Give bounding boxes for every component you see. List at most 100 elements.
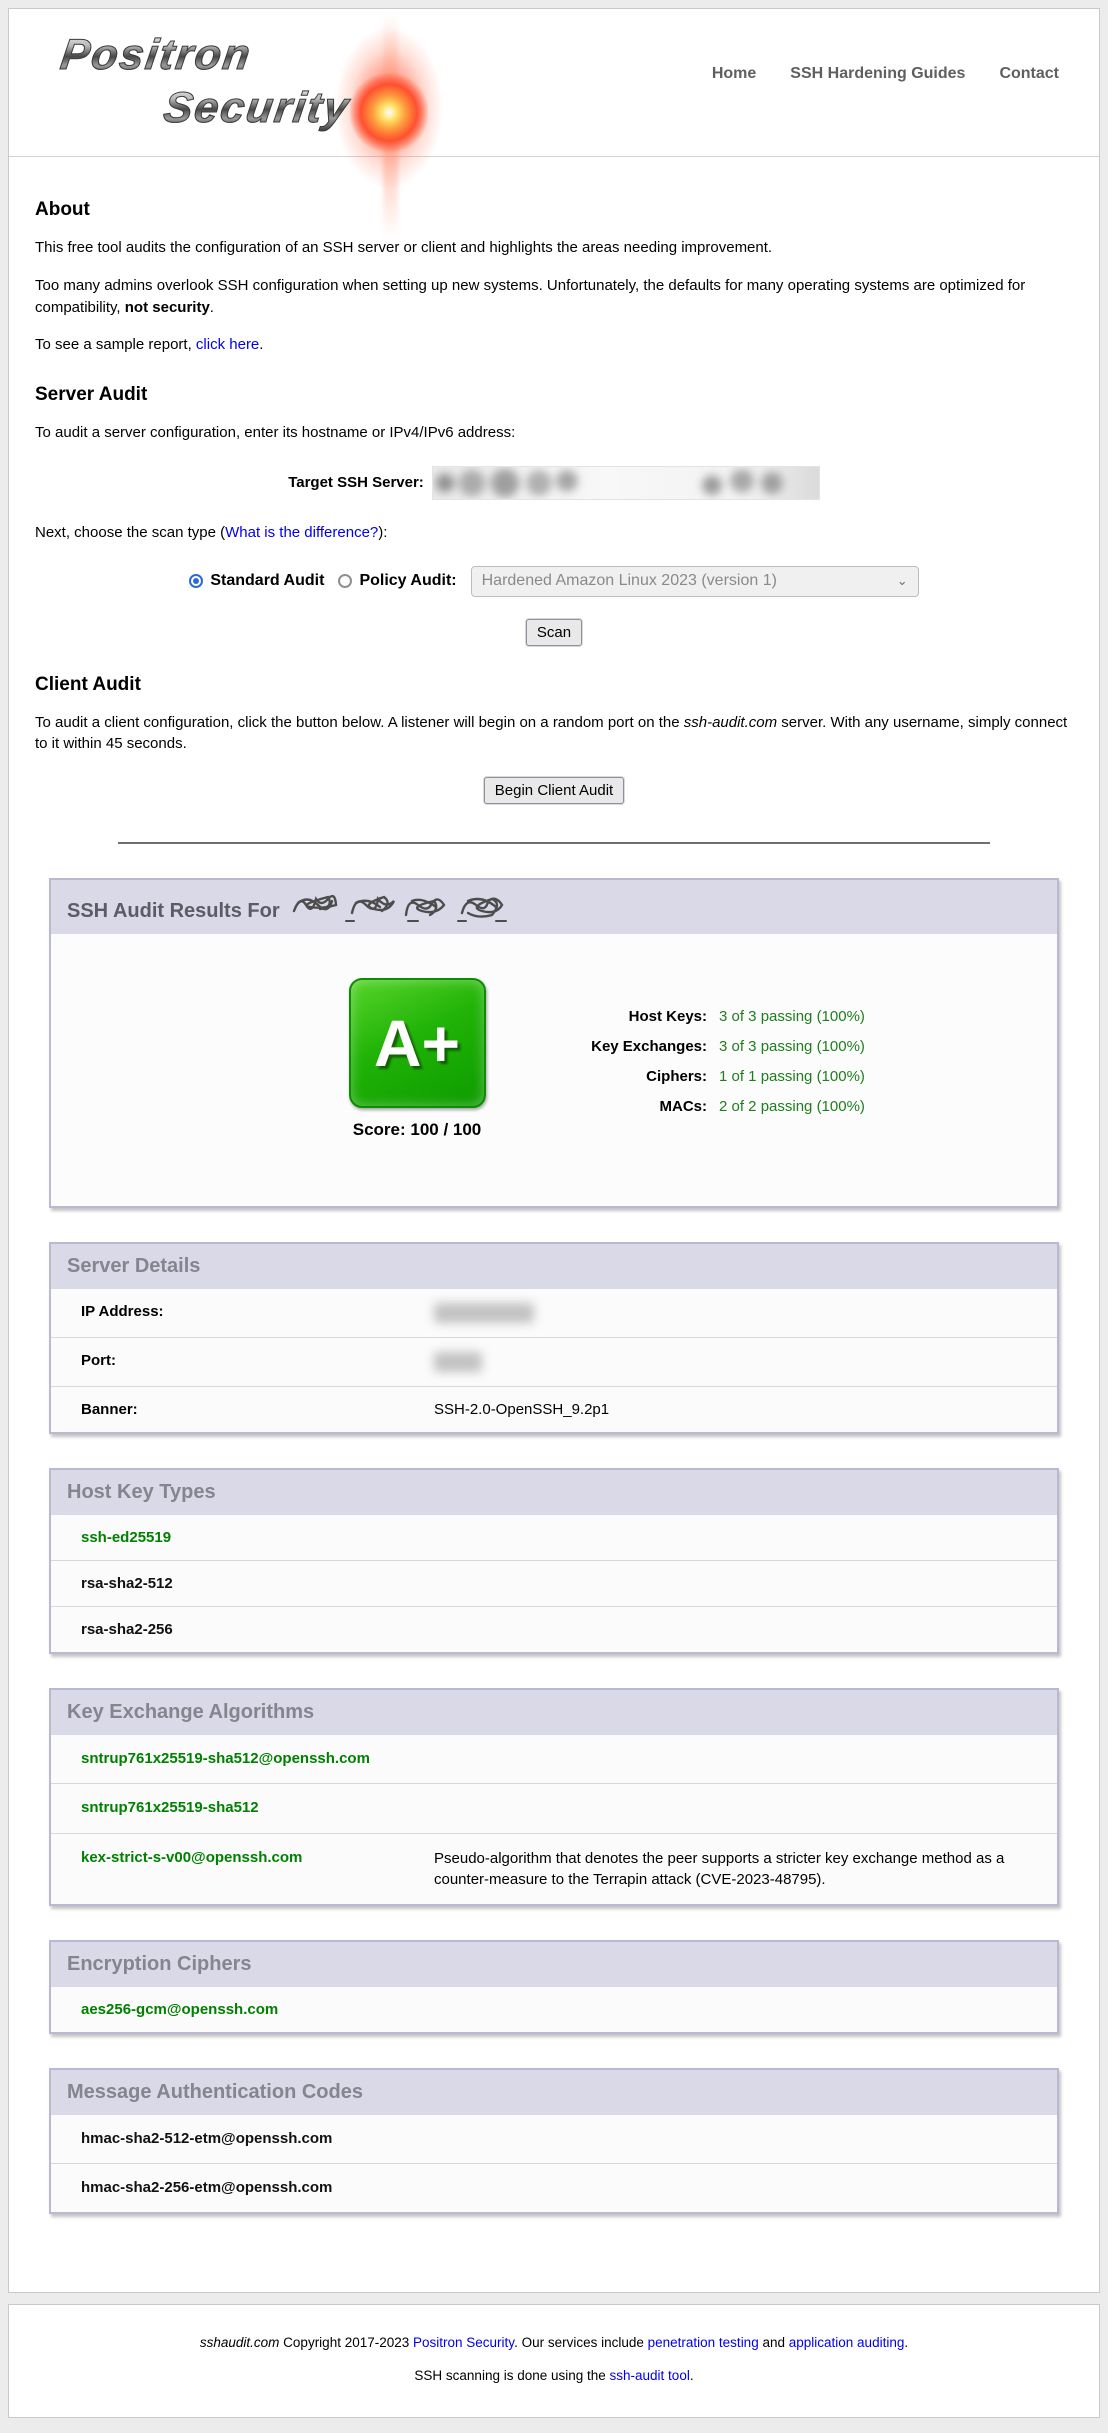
main-panel: Positron Security Home SSH Hardening Gui… xyxy=(8,8,1100,2293)
algorithm-note xyxy=(434,1749,1057,1769)
nav-home[interactable]: Home xyxy=(712,65,756,83)
algorithm-name-cell: sntrup761x25519-sha512@openssh.com xyxy=(51,1749,434,1769)
positron-security-logo[interactable]: Positron Security xyxy=(49,21,469,151)
footer-text: SSH scanning is done using the xyxy=(414,2368,609,2383)
top-nav: Home SSH Hardening Guides Contact xyxy=(712,65,1059,83)
key-exchange-title: Key Exchange Algorithms xyxy=(67,1701,1041,1724)
sample-report-link[interactable]: click here xyxy=(196,336,259,353)
footer-domain: sshaudit.com xyxy=(200,2335,280,2350)
penetration-testing-link[interactable]: penetration testing xyxy=(648,2335,759,2350)
site-footer: sshaudit.com Copyright 2017-2023 Positro… xyxy=(8,2304,1100,2418)
list-item: ssh-ed25519 xyxy=(51,1515,1057,1561)
begin-client-audit-row: Begin Client Audit xyxy=(35,777,1073,804)
encryption-ciphers-title: Encryption Ciphers xyxy=(67,1953,1041,1976)
list-item: sntrup761x25519-sha512 xyxy=(51,1784,1057,1833)
standard-audit-label: Standard Audit xyxy=(210,572,324,590)
host-key-types-title: Host Key Types xyxy=(67,1481,1041,1504)
server-audit-heading: Server Audit xyxy=(35,384,1073,406)
nav-contact[interactable]: Contact xyxy=(999,65,1059,83)
list-item: rsa-sha2-512 xyxy=(51,1561,1057,1607)
table-row: Banner: SSH-2.0-OpenSSH_9.2p1 xyxy=(51,1387,1057,1432)
algorithm-note: Pseudo-algorithm that denotes the peer s… xyxy=(434,1848,1057,1890)
row-value-redacted xyxy=(434,1352,1057,1372)
encryption-ciphers-card: Encryption Ciphers aes256-gcm@openssh.co… xyxy=(49,1940,1059,2034)
macs-header: Message Authentication Codes xyxy=(51,2070,1057,2115)
page-content: About This free tool audits the configur… xyxy=(9,157,1099,2292)
stat-value: 3 of 3 passing (100%) xyxy=(719,1008,865,1025)
list-item: aes256-gcm@openssh.com xyxy=(51,1987,1057,2032)
stat-row-host-keys: Host Keys:3 of 3 passing (100%) xyxy=(539,1008,865,1025)
stat-label: Ciphers: xyxy=(539,1068,707,1085)
key-exchange-card: Key Exchange Algorithms sntrup761x25519-… xyxy=(49,1688,1059,1906)
redacted-port-blur xyxy=(434,1352,482,1372)
redacted-hostname-scribble xyxy=(290,891,525,923)
stat-row-ciphers: Ciphers: 1 of 1 passing (100%) xyxy=(539,1068,865,1085)
policy-audit-radio[interactable] xyxy=(338,574,352,588)
encryption-ciphers-header: Encryption Ciphers xyxy=(51,1942,1057,1987)
scan-button-row: Scan xyxy=(35,619,1073,646)
footer-text: . Our services include xyxy=(514,2335,648,2350)
algorithm-name: ssh-ed25519 xyxy=(51,1529,171,1546)
site-header: Positron Security Home SSH Hardening Gui… xyxy=(9,9,1099,157)
section-divider xyxy=(118,842,990,844)
about-p2-bold: not security xyxy=(125,299,210,316)
stat-label: MACs: xyxy=(539,1098,707,1115)
begin-client-audit-button[interactable]: Begin Client Audit xyxy=(484,777,624,804)
footer-text: Copyright 2017-2023 xyxy=(279,2335,413,2350)
algorithm-name-cell: kex-strict-s-v00@openssh.com xyxy=(51,1848,434,1890)
scan-type-text-after: ): xyxy=(378,524,387,541)
key-exchange-header: Key Exchange Algorithms xyxy=(51,1690,1057,1735)
algorithm-name: kex-strict-s-v00@openssh.com xyxy=(81,1849,302,1866)
scan-button[interactable]: Scan xyxy=(526,619,582,646)
redacted-ip-blur xyxy=(434,1303,534,1323)
about-p2-period: . xyxy=(210,299,214,316)
logo-text-line1: Positron xyxy=(58,31,255,80)
stat-label: Key Exchanges: xyxy=(539,1038,707,1055)
footer-line-2: SSH scanning is done using the ssh-audit… xyxy=(29,2368,1079,2383)
list-item: sntrup761x25519-sha512@openssh.com xyxy=(51,1735,1057,1784)
footer-text: and xyxy=(759,2335,789,2350)
nav-ssh-hardening-guides[interactable]: SSH Hardening Guides xyxy=(790,65,965,83)
footer-text: . xyxy=(904,2335,908,2350)
stat-row-macs: MACs: 2 of 2 passing (100%) xyxy=(539,1098,865,1115)
results-card-title: SSH Audit Results For xyxy=(67,891,1041,923)
scan-type-row: Standard Audit Policy Audit: Hardened Am… xyxy=(35,566,1073,597)
stats-column: Host Keys:3 of 3 passing (100%) Key Exch… xyxy=(539,978,865,1140)
results-title-text: SSH Audit Results For xyxy=(67,900,280,922)
about-p3-period: . xyxy=(259,336,263,353)
algorithm-name-cell: sntrup761x25519-sha512 xyxy=(51,1798,434,1818)
policy-select-value: Hardened Amazon Linux 2023 (version 1) xyxy=(482,572,777,590)
algorithm-name: hmac-sha2-512-etm@openssh.com xyxy=(81,2130,332,2147)
results-card-body: A+ Score: 100 / 100 Host Keys:3 of 3 pas… xyxy=(51,934,1057,1206)
scan-type-difference-link[interactable]: What is the difference? xyxy=(225,524,378,541)
application-auditing-link[interactable]: application auditing xyxy=(789,2335,905,2350)
server-audit-intro: To audit a server configuration, enter i… xyxy=(35,422,1073,444)
algorithm-note xyxy=(434,1798,1057,1818)
table-row: Port: xyxy=(51,1338,1057,1387)
host-key-types-card: Host Key Types ssh-ed25519 rsa-sha2-512 … xyxy=(49,1468,1059,1654)
policy-audit-label: Policy Audit: xyxy=(359,572,456,590)
positron-security-link[interactable]: Positron Security xyxy=(413,2335,514,2350)
macs-card: Message Authentication Codes hmac-sha2-5… xyxy=(49,2068,1059,2215)
stat-value: 1 of 1 passing (100%) xyxy=(719,1068,865,1085)
algorithm-name-cell: hmac-sha2-256-etm@openssh.com xyxy=(51,2178,434,2198)
row-value-redacted xyxy=(434,1303,1057,1323)
target-server-input[interactable] xyxy=(432,466,820,500)
policy-select[interactable]: Hardened Amazon Linux 2023 (version 1) ⌄ xyxy=(471,566,919,597)
list-item: kex-strict-s-v00@openssh.com Pseudo-algo… xyxy=(51,1834,1057,1904)
algorithm-name-cell: hmac-sha2-512-etm@openssh.com xyxy=(51,2129,434,2149)
redacted-value-blur xyxy=(432,466,820,500)
standard-audit-radio[interactable] xyxy=(189,574,203,588)
results-card-header: SSH Audit Results For xyxy=(51,880,1057,934)
grade-badge: A+ xyxy=(349,978,486,1108)
stat-value: 2 of 2 passing (100%) xyxy=(719,1098,865,1115)
ssh-audit-tool-link[interactable]: ssh-audit tool xyxy=(610,2368,690,2383)
footer-line-1: sshaudit.com Copyright 2017-2023 Positro… xyxy=(29,2335,1079,2350)
grade-column: A+ Score: 100 / 100 xyxy=(337,978,497,1140)
algorithm-name: rsa-sha2-512 xyxy=(51,1575,173,1592)
client-audit-heading: Client Audit xyxy=(35,674,1073,696)
list-item: hmac-sha2-256-etm@openssh.com xyxy=(51,2164,1057,2212)
target-server-row: Target SSH Server: xyxy=(35,466,1073,500)
logo-text-line2: Security xyxy=(161,84,354,133)
algorithm-name: hmac-sha2-256-etm@openssh.com xyxy=(81,2179,332,2196)
